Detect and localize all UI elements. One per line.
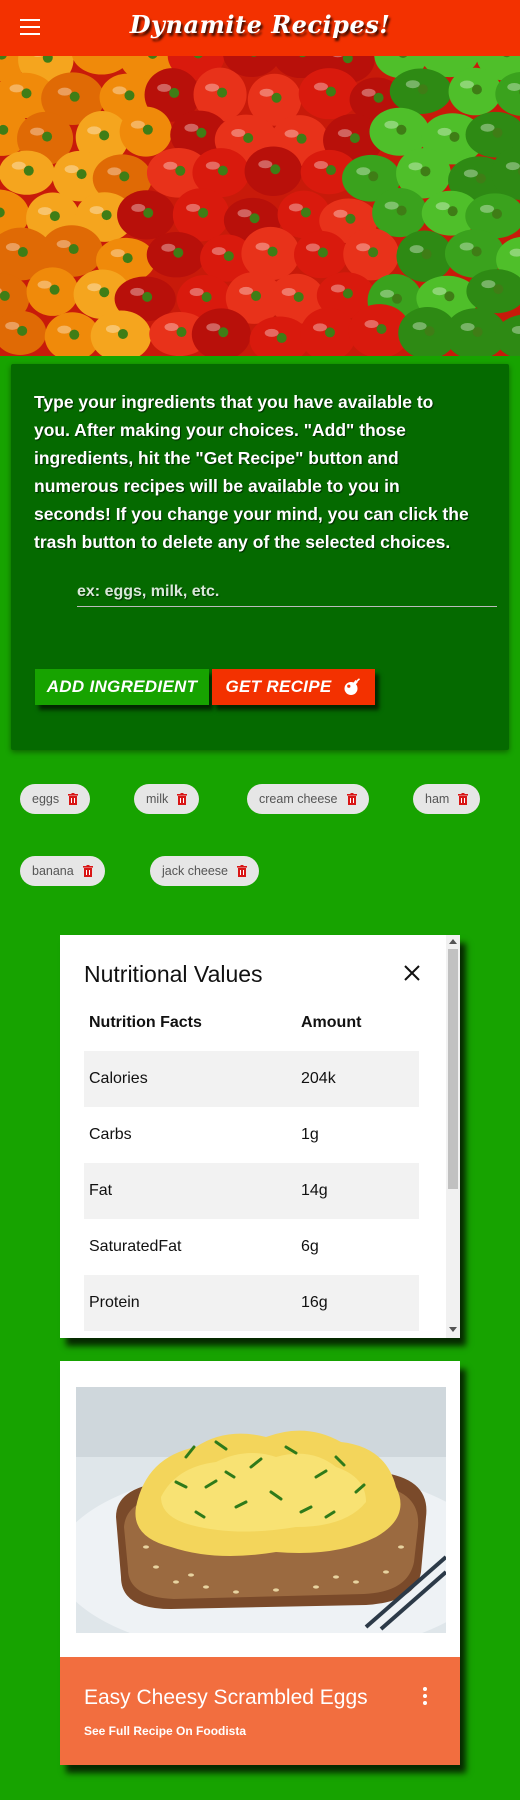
trash-icon[interactable] <box>237 865 248 877</box>
nutrient-name: Carbs <box>89 1126 132 1143</box>
more-vert-icon[interactable] <box>421 1687 429 1707</box>
column-header: Amount <box>301 1014 362 1031</box>
nutrient-amount: 14g <box>296 1163 419 1219</box>
ingredient-chip: ham <box>413 784 481 814</box>
get-recipe-button[interactable]: GET RECIPE <box>212 669 375 705</box>
trash-icon[interactable] <box>346 793 357 805</box>
ingredient-chip: milk <box>134 784 200 814</box>
nutrition-table: Nutrition Facts Amount Calories 204k Car… <box>84 995 419 1331</box>
chip-label: cream cheese <box>259 792 338 806</box>
nutrient-name: Protein <box>84 1275 296 1331</box>
close-icon[interactable] <box>401 962 423 984</box>
nutrient-name: SaturatedFat <box>89 1238 182 1255</box>
chip-label: ham <box>425 792 450 806</box>
recipe-card-footer: Easy Cheesy Scrambled Eggs See Full Reci… <box>60 1657 460 1765</box>
table-row: Protein 16g <box>84 1275 419 1331</box>
nutrient-name: Calories <box>84 1051 296 1107</box>
recipe-card: Easy Cheesy Scrambled Eggs See Full Reci… <box>60 1361 460 1765</box>
scroll-up-arrow-icon[interactable] <box>449 939 457 944</box>
hero-peppers-image <box>0 56 520 356</box>
bomb-icon <box>344 678 361 695</box>
chip-label: jack cheese <box>162 864 229 878</box>
add-ingredient-button[interactable]: ADD INGREDIENT <box>35 669 209 705</box>
table-row: Calories 204k <box>84 1051 419 1107</box>
nutrient-amount: 204k <box>296 1051 419 1107</box>
ingredient-chip: banana <box>20 856 105 886</box>
nutrition-title: Nutritional Values <box>84 961 263 987</box>
get-recipe-label: GET RECIPE <box>225 677 332 696</box>
app-title: Dynamite Recipes! <box>129 10 391 39</box>
recipe-image[interactable] <box>76 1387 446 1633</box>
trash-icon[interactable] <box>177 793 188 805</box>
ingredient-panel: Type your ingredients that you have avai… <box>11 364 509 750</box>
dialog-scrollbar[interactable] <box>446 935 460 1338</box>
scroll-down-arrow-icon[interactable] <box>449 1327 457 1332</box>
ingredient-chip: jack cheese <box>150 856 260 886</box>
trash-icon[interactable] <box>458 793 469 805</box>
ingredient-chip: eggs <box>20 784 91 814</box>
nutrition-dialog: Nutritional Values Nutrition Facts Amoun… <box>60 935 460 1338</box>
chip-label: banana <box>32 864 74 878</box>
trash-icon[interactable] <box>82 865 93 877</box>
top-app-bar: Dynamite Recipes! <box>0 0 520 56</box>
trash-icon[interactable] <box>68 793 79 805</box>
ingredient-input[interactable] <box>77 577 497 607</box>
nutrient-name: Fat <box>84 1163 296 1219</box>
add-ingredient-label: ADD INGREDIENT <box>46 677 198 696</box>
scroll-thumb[interactable] <box>448 949 458 1189</box>
full-recipe-link[interactable]: See Full Recipe On Foodista <box>84 1724 246 1738</box>
table-row: Fat 14g <box>84 1163 419 1219</box>
recipe-title: Easy Cheesy Scrambled Eggs <box>84 1686 368 1709</box>
chip-label: eggs <box>32 792 60 806</box>
chip-label: milk <box>146 792 169 806</box>
ingredient-chip: cream cheese <box>247 784 369 814</box>
nutrient-amount: 1g <box>301 1126 319 1143</box>
table-row: Carbs 1g <box>84 1107 419 1163</box>
table-row: SaturatedFat 6g <box>84 1219 419 1275</box>
nutrient-amount: 16g <box>296 1275 419 1331</box>
column-header: Nutrition Facts <box>89 1014 202 1031</box>
instructions-text: Type your ingredients that you have avai… <box>34 392 469 552</box>
nutrient-amount: 6g <box>301 1238 319 1255</box>
